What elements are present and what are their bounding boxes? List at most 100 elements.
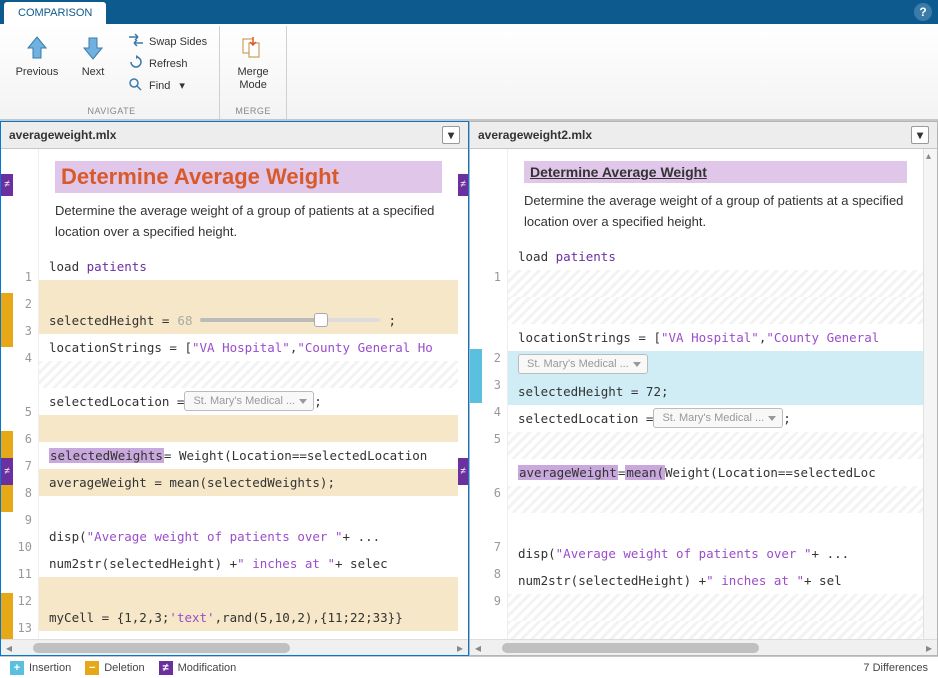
legend-insertion: + Insertion: [10, 661, 71, 675]
del-marker: [1, 485, 13, 512]
left-content[interactable]: Determine Average Weight Determine the a…: [39, 149, 458, 639]
diff-count: 7 Differences: [863, 662, 928, 674]
merge-icon: [239, 32, 267, 64]
code-line: selectedLocation = St. Mary's Medical ..…: [39, 388, 458, 415]
code-line: myCell = {1,2,3; 'text',rand(5,10,2),{11…: [39, 604, 458, 631]
swap-sides-button[interactable]: Swap Sides: [124, 32, 211, 51]
deletion-swatch: −: [85, 661, 99, 675]
dropdown-control[interactable]: St. Mary's Medical ...: [518, 354, 648, 374]
arrow-down-icon: [80, 32, 106, 64]
ribbon-bar: COMPARISON ?: [0, 0, 938, 24]
mod-marker: ≠: [458, 174, 468, 196]
del-marker: [1, 431, 13, 458]
right-heading-block: Determine Average Weight: [524, 161, 907, 183]
merge-group-label: MERGE: [235, 104, 271, 119]
swap-icon: [128, 33, 144, 50]
toolstrip: Previous Next Swap Sides Refresh: [0, 24, 938, 120]
refresh-icon: [128, 55, 144, 72]
find-button[interactable]: Find ▾: [124, 76, 211, 95]
mod-marker: ≠: [1, 458, 13, 485]
right-line-numbers: 1 2 3 4 5 6 7 8 9: [482, 149, 508, 639]
code-line: num2str(selectedHeight) + " inches at " …: [508, 567, 923, 594]
comparison-tab[interactable]: COMPARISON: [4, 2, 106, 24]
insertion-swatch: +: [10, 661, 24, 675]
navigate-group: Previous Next Swap Sides Refresh: [4, 26, 220, 119]
code-line: [508, 513, 923, 540]
code-line: locationStrings = ["VA Hospital","County…: [39, 334, 458, 361]
left-description: Determine the average weight of a group …: [55, 201, 442, 243]
del-marker: [1, 593, 13, 639]
left-code: load patients selectedHeight = 68; locat…: [39, 253, 458, 631]
code-line: selectedHeight = 72;: [508, 378, 923, 405]
legend-modification: ≠ Modification: [159, 661, 237, 675]
right-pane: averageweight2.mlx ▾ 1 2 3 4 5 6 7 8 9: [469, 121, 938, 656]
code-line: [508, 297, 923, 324]
chevron-down-icon: ▾: [179, 79, 185, 92]
slider-control[interactable]: [200, 313, 380, 327]
merge-mode-button[interactable]: Merge Mode: [228, 30, 278, 91]
code-line: [508, 270, 923, 297]
code-line: [39, 415, 458, 442]
code-line: [508, 486, 923, 513]
code-line: disp("Average weight of patients over " …: [508, 540, 923, 567]
code-line: locationStrings = ["VA Hospital","County…: [508, 324, 923, 351]
left-pane-dropdown[interactable]: ▾: [442, 126, 460, 144]
comparison-area: averageweight.mlx ▾ ≠ ≠ 1 2 3 4 5 6: [0, 120, 938, 656]
status-bar: + Insertion − Deletion ≠ Modification 7 …: [0, 656, 938, 678]
code-line: [508, 432, 923, 459]
code-line: [39, 280, 458, 307]
dropdown-control[interactable]: St. Mary's Medical ...: [184, 391, 314, 411]
right-pane-header: averageweight2.mlx ▾: [470, 122, 937, 149]
right-horizontal-scrollbar[interactable]: ◂▸: [470, 639, 937, 655]
right-code: load patients locationStrings = ["VA Hos…: [508, 243, 923, 639]
legend: + Insertion − Deletion ≠ Modification: [10, 661, 236, 675]
code-line: St. Mary's Medical ...: [508, 351, 923, 378]
right-change-gutter: [470, 149, 482, 639]
mod-marker: ≠: [458, 458, 468, 485]
search-icon: [128, 77, 144, 94]
mod-marker: ≠: [1, 174, 13, 196]
previous-button[interactable]: Previous: [12, 30, 62, 79]
next-button[interactable]: Next: [68, 30, 118, 79]
code-line: [508, 594, 923, 621]
code-line: [508, 621, 923, 639]
code-line: [39, 577, 458, 604]
code-line: selectedHeight = 68;: [39, 307, 458, 334]
help-button[interactable]: ?: [914, 3, 932, 21]
code-line: disp("Average weight of patients over " …: [39, 523, 458, 550]
right-pane-dropdown[interactable]: ▾: [911, 126, 929, 144]
modification-swatch: ≠: [159, 661, 173, 675]
legend-deletion: − Deletion: [85, 661, 144, 675]
code-line: num2str(selectedHeight) + " inches at " …: [39, 550, 458, 577]
code-line: [39, 496, 458, 523]
right-content[interactable]: Determine Average Weight Determine the a…: [508, 149, 923, 639]
arrow-up-icon: [24, 32, 50, 64]
left-heading: Determine Average Weight: [61, 164, 436, 190]
right-filename: averageweight2.mlx: [478, 128, 592, 142]
left-pane: averageweight.mlx ▾ ≠ ≠ 1 2 3 4 5 6: [0, 121, 469, 656]
right-heading: Determine Average Weight: [530, 164, 901, 180]
code-line: averageWeight = mean(Weight(Location==se…: [508, 459, 923, 486]
code-line: selectedLocation = St. Mary's Medical ..…: [508, 405, 923, 432]
left-right-gutter: ≠ ≠: [458, 149, 468, 639]
merge-group: Merge Mode MERGE: [220, 26, 287, 119]
left-pane-header: averageweight.mlx ▾: [1, 122, 468, 149]
chevron-up-icon: ▴: [926, 151, 931, 162]
left-heading-block: Determine Average Weight: [55, 161, 442, 193]
code-line: load patients: [39, 253, 458, 280]
right-overview-strip[interactable]: ▴: [923, 149, 937, 639]
ins-marker: [470, 349, 482, 403]
del-marker: [1, 293, 13, 347]
code-line: selectedWeights = Weight(Location==selec…: [39, 442, 458, 469]
right-description: Determine the average weight of a group …: [524, 191, 907, 233]
code-line: [39, 361, 458, 388]
code-line: averageWeight = mean(selectedWeights);: [39, 469, 458, 496]
left-line-numbers: 1 2 3 4 5 6 7 8 9 10 11 12 13: [13, 149, 39, 639]
code-line: load patients: [508, 243, 923, 270]
left-change-gutter: ≠ ≠: [1, 149, 13, 639]
navigate-group-label: NAVIGATE: [87, 104, 135, 119]
dropdown-control[interactable]: St. Mary's Medical ...: [653, 408, 783, 428]
left-horizontal-scrollbar[interactable]: ◂▸: [1, 639, 468, 655]
refresh-button[interactable]: Refresh: [124, 54, 211, 73]
left-filename: averageweight.mlx: [9, 128, 116, 142]
